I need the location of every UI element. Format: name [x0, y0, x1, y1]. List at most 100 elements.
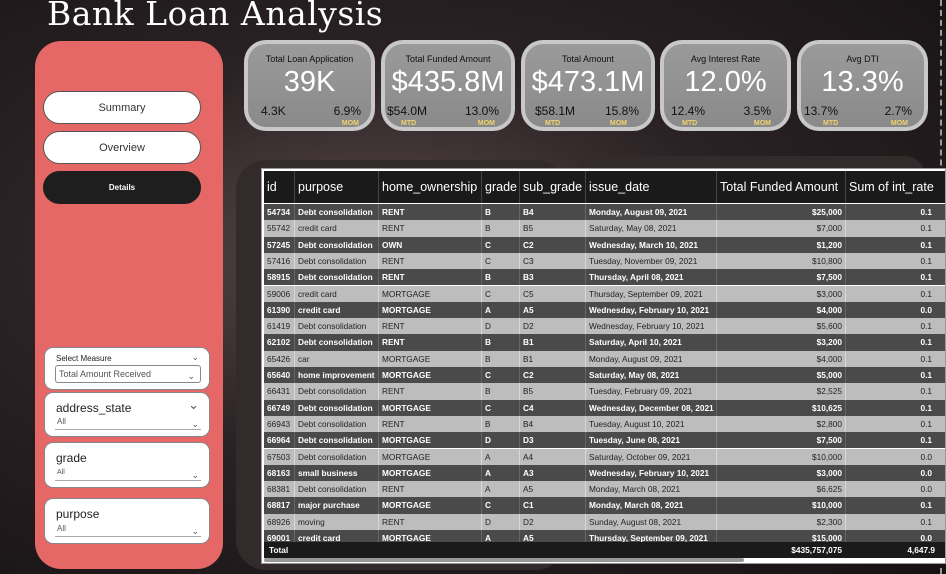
- kpi-mtd-value: $58.1M: [535, 104, 576, 118]
- details-table[interactable]: id purpose home_ownership grade sub_grad…: [261, 168, 946, 564]
- chevron-down-icon[interactable]: ⌄: [191, 352, 199, 363]
- cell-purpose: Debt consolidation: [294, 383, 378, 400]
- table-row[interactable]: 57245 Debt consolidation OWN C C2 Wednesday, …: [264, 236, 945, 253]
- select-measure-slicer[interactable]: Select Measure ⌄ Total Amount Received ⌄: [44, 347, 210, 390]
- table-row[interactable]: 61419 Debt consolidation RENT D D2 Wednesday,…: [264, 318, 945, 335]
- total-int-rate: 4,647.9: [907, 545, 935, 555]
- chevron-down-icon[interactable]: ⌄: [191, 419, 199, 430]
- kpi-mtd-badge: MTD: [545, 120, 561, 127]
- purpose-title: purpose: [56, 507, 100, 521]
- column-header-id[interactable]: id: [264, 171, 294, 203]
- column-header-issue-date[interactable]: issue_date: [585, 171, 716, 203]
- cell-home-ownership: RENT: [378, 204, 481, 221]
- kpi-mom-value: 13.0%: [464, 104, 499, 118]
- cell-purpose: small business: [294, 464, 378, 482]
- cell-sub-grade: D2: [519, 513, 585, 530]
- cell-purpose: Debt consolidation: [294, 252, 378, 270]
- table-row[interactable]: 65426 car MORTGAGE B B1 Monday, August 09, 20…: [264, 350, 945, 367]
- cell-grade: A: [481, 481, 519, 498]
- cell-sum-int-rate: 0.1: [845, 252, 935, 270]
- cell-issue-date: Tuesday, November 09, 2021: [585, 252, 716, 270]
- cell-total-funded-amount: $1,200: [716, 236, 845, 253]
- cell-total-funded-amount: $2,525: [716, 383, 845, 400]
- table-row[interactable]: 68926 moving RENT D D2 Sunday, August 08, 202…: [264, 513, 945, 530]
- table-row[interactable]: 68381 Debt consolidation RENT A A5 Monday, Ma…: [264, 481, 945, 498]
- table-row[interactable]: 54734 Debt consolidation RENT B B4 Monday, Au…: [264, 204, 945, 221]
- cell-sum-int-rate: 0.1: [845, 513, 935, 530]
- cell-grade: B: [481, 383, 519, 400]
- table-row[interactable]: 58915 Debt consolidation RENT B B3 Thursday, …: [264, 269, 945, 286]
- purpose-slicer[interactable]: purpose All ⌄: [44, 498, 210, 544]
- purpose-value[interactable]: All: [55, 523, 201, 537]
- cell-sub-grade: B4: [519, 204, 585, 221]
- column-header-home-ownership[interactable]: home_ownership: [378, 171, 481, 203]
- table-row[interactable]: 55742 credit card RENT B B5 Saturday, May 08,…: [264, 220, 945, 237]
- cell-purpose: moving: [294, 513, 378, 530]
- summary-button[interactable]: Summary: [43, 91, 201, 124]
- cell-total-funded-amount: $3,000: [716, 285, 845, 302]
- kpi-card-avg-dti: Avg DTI 13.3% 13.7% 2.7% MTD MOM: [797, 40, 928, 131]
- cell-issue-date: Tuesday, August 10, 2021: [585, 415, 716, 433]
- cell-sum-int-rate: 0.1: [845, 285, 935, 302]
- cell-grade: D: [481, 432, 519, 449]
- cell-sub-grade: D2: [519, 318, 585, 335]
- cell-sub-grade: C4: [519, 399, 585, 416]
- table-row[interactable]: 59006 credit card MORTGAGE C C5 Thursday, Sep…: [264, 285, 945, 302]
- table-row[interactable]: 66943 Debt consolidation RENT B B4 Tuesday, A…: [264, 415, 945, 433]
- column-header-total-funded-amount[interactable]: Total Funded Amount: [716, 171, 845, 203]
- chevron-down-icon[interactable]: ⌄: [191, 470, 199, 481]
- chevron-down-icon[interactable]: ⌄: [187, 371, 195, 382]
- cell-total-funded-amount: $10,000: [716, 448, 845, 465]
- cell-sub-grade: B5: [519, 383, 585, 400]
- cell-total-funded-amount: $5,600: [716, 318, 845, 335]
- table-row[interactable]: 66964 Debt consolidation MORTGAGE D D3 Tuesda…: [264, 432, 945, 449]
- column-header-sum-int-rate[interactable]: Sum of int_rate: [845, 171, 945, 203]
- cell-grade: D: [481, 318, 519, 335]
- cell-home-ownership: MORTGAGE: [378, 399, 481, 416]
- cell-sum-int-rate: 0.0: [845, 481, 935, 498]
- chevron-down-icon[interactable]: ⌄: [191, 526, 199, 537]
- table-row[interactable]: 68817 major purchase MORTGAGE C C1 Monday, Ma…: [264, 497, 945, 514]
- cell-home-ownership: MORTGAGE: [378, 497, 481, 514]
- cell-grade: B: [481, 350, 519, 367]
- table-row[interactable]: 66431 Debt consolidation RENT B B5 Tuesday, F…: [264, 383, 945, 400]
- select-measure-title: Select Measure: [56, 354, 112, 363]
- address-state-slicer[interactable]: address_state ⌄ All ⌄: [44, 392, 210, 437]
- table-row[interactable]: 68163 small business MORTGAGE A A3 Wednesday,…: [264, 464, 945, 482]
- chevron-down-icon[interactable]: ⌄: [188, 397, 199, 413]
- cell-sub-grade: B5: [519, 220, 585, 237]
- grade-slicer[interactable]: grade All ⌄: [44, 442, 210, 488]
- overview-button[interactable]: Overview: [43, 131, 201, 164]
- cell-sub-grade: A3: [519, 464, 585, 482]
- select-measure-value[interactable]: Total Amount Received: [55, 365, 201, 383]
- cell-issue-date: Thursday, April 08, 2021: [585, 269, 716, 286]
- cell-id: 66964: [267, 435, 291, 446]
- cell-issue-date: Saturday, May 08, 2021: [585, 367, 716, 384]
- column-header-sub-grade[interactable]: sub_grade: [519, 171, 585, 203]
- table-row[interactable]: 66749 Debt consolidation MORTGAGE C C4 Wednes…: [264, 399, 945, 416]
- details-button[interactable]: Details: [43, 171, 201, 204]
- cell-purpose: Debt consolidation: [294, 481, 378, 498]
- cell-sub-grade: B4: [519, 415, 585, 433]
- table-row[interactable]: 61390 credit card MORTGAGE A A5 Wednesday, Fe…: [264, 301, 945, 319]
- table-row[interactable]: 57416 Debt consolidation RENT C C3 Tuesday, N…: [264, 252, 945, 270]
- cell-total-funded-amount: $7,500: [716, 432, 845, 449]
- kpi-value: 39K: [283, 66, 336, 98]
- cell-total-funded-amount: $5,000: [716, 367, 845, 384]
- cell-sum-int-rate: 0.0: [845, 301, 935, 319]
- cell-issue-date: Thursday, September 09, 2021: [585, 285, 716, 302]
- cell-home-ownership: RENT: [378, 481, 481, 498]
- table-row[interactable]: 67503 Debt consolidation MORTGAGE A A4 Saturd…: [264, 448, 945, 465]
- grade-value[interactable]: All: [55, 467, 201, 481]
- column-header-purpose[interactable]: purpose: [294, 171, 378, 203]
- kpi-mom-value: 6.9%: [333, 104, 361, 118]
- column-header-grade[interactable]: grade: [481, 171, 519, 203]
- cell-sub-grade: B3: [519, 269, 585, 286]
- table-row[interactable]: 62102 Debt consolidation RENT B B1 Saturday, …: [264, 334, 945, 351]
- cell-home-ownership: MORTGAGE: [378, 432, 481, 449]
- horizontal-scrollbar[interactable]: [264, 558, 744, 562]
- cell-purpose: Debt consolidation: [294, 318, 378, 335]
- table-row[interactable]: 65640 home improvement MORTGAGE C C2 Saturday…: [264, 367, 945, 384]
- address-state-value[interactable]: All: [55, 416, 201, 430]
- cell-issue-date: Monday, August 09, 2021: [585, 350, 716, 367]
